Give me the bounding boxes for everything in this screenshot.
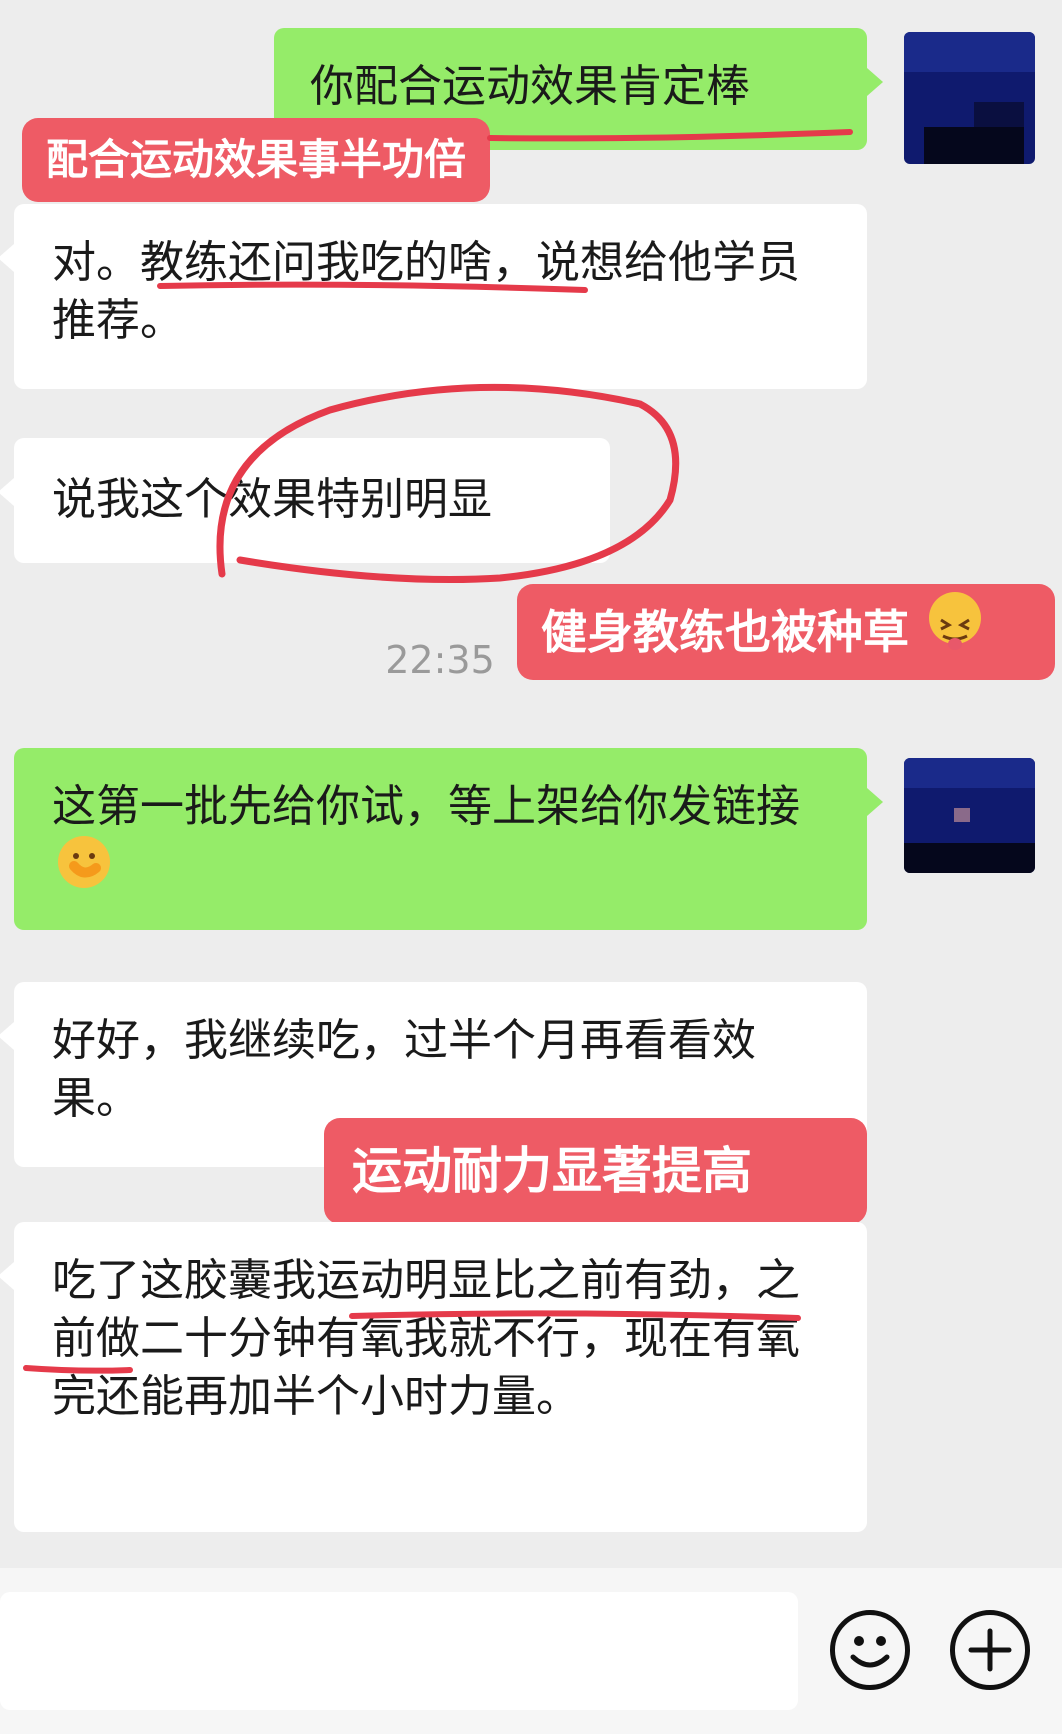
message-text: 好好，我继续吃，过半个月再看看效果。: [52, 1015, 756, 1124]
annotation-label: 运动耐力显著提高: [324, 1118, 867, 1224]
avatar[interactable]: [904, 758, 1035, 873]
message-input[interactable]: [0, 1592, 798, 1710]
squinting-face-with-tongue-icon: [929, 592, 982, 650]
message-text: 对。教练还问我吃的啥，说想给他学员推荐。: [52, 237, 800, 346]
message-text: 说我这个效果特别明显: [52, 474, 492, 525]
annotation-label-text: 运动耐力显著提高: [352, 1142, 752, 1200]
message-text: 吃了这胶囊我运动明显比之前有劲，之前做二十分钟有氧我就不行，现在有氧完还能再加半…: [52, 1255, 800, 1422]
face-with-hand-over-mouth-icon: [58, 836, 110, 888]
message-text: 你配合运动效果肯定棒: [310, 61, 750, 112]
annotation-label: 配合运动效果事半功倍: [22, 118, 491, 202]
annotation-label-text: 健身教练也被种草: [541, 605, 909, 659]
message-bubble-incoming[interactable]: 吃了这胶囊我运动明显比之前有劲，之前做二十分钟有氧我就不行，现在有氧完还能再加半…: [0, 1222, 867, 1532]
message-bubble-incoming[interactable]: 对。教练还问我吃的啥，说想给他学员推荐。: [0, 204, 867, 389]
timestamp-text: 22:35: [385, 638, 495, 682]
input-bar: [0, 1568, 1062, 1734]
annotation-label-text: 配合运动效果事半功倍: [46, 135, 467, 184]
annotation-label: 健身教练也被种草: [517, 584, 1055, 680]
message-bubble-outgoing[interactable]: 这第一批先给你试，等上架给你发链接: [14, 748, 883, 930]
message-timestamp: 22:35: [360, 638, 520, 688]
message-bubble-incoming[interactable]: 说我这个效果特别明显: [0, 438, 610, 563]
avatar[interactable]: [904, 32, 1035, 164]
message-text: 这第一批先给你试，等上架给你发链接: [52, 781, 800, 832]
smiley-face-icon[interactable]: [830, 1610, 910, 1690]
plus-circle-icon[interactable]: [950, 1610, 1030, 1690]
